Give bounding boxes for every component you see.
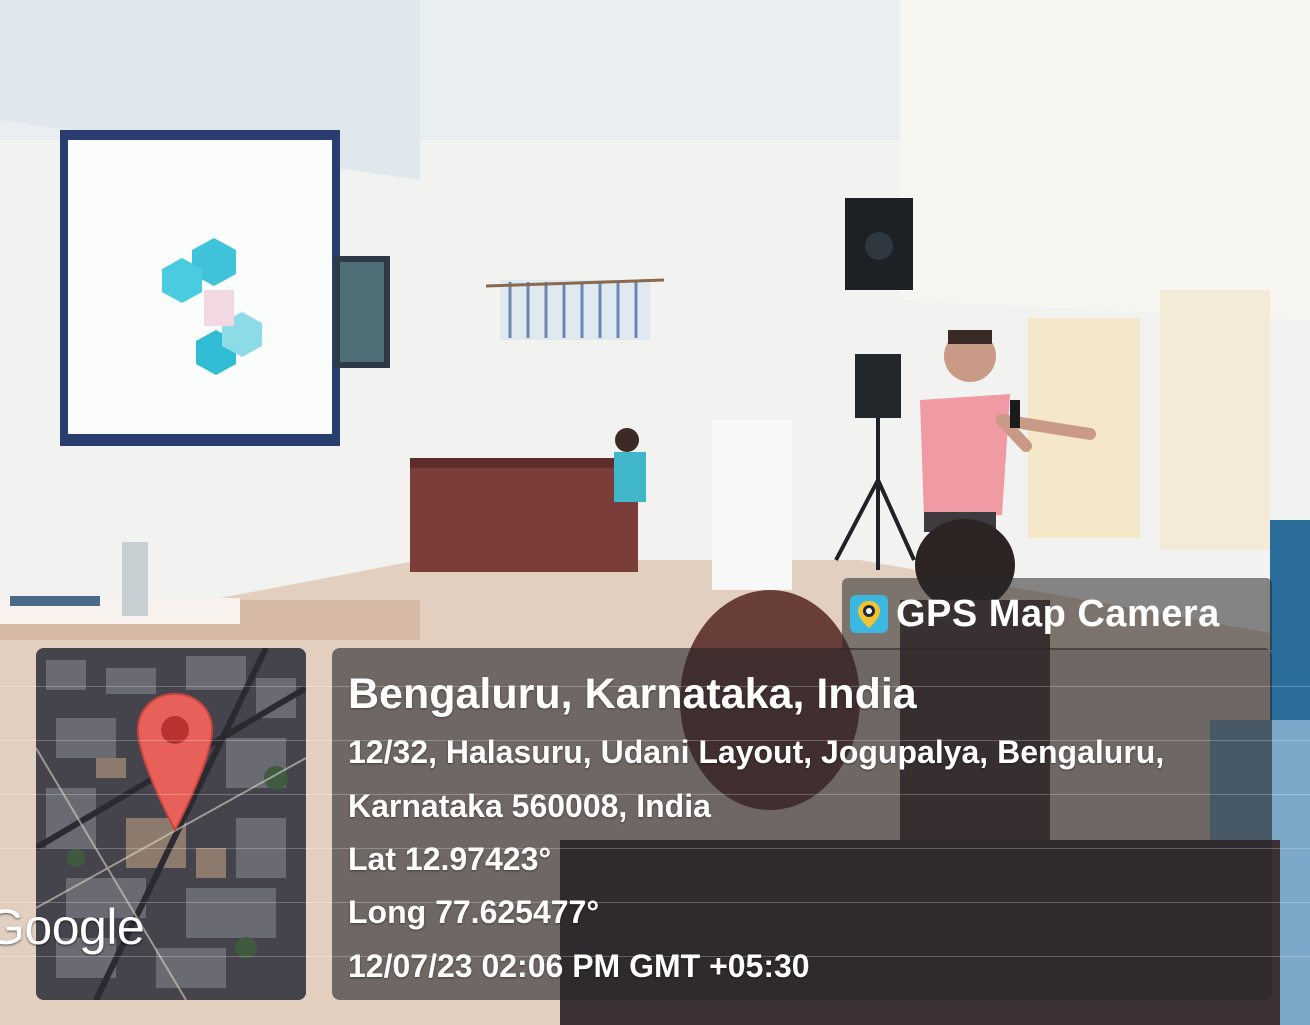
scan-line bbox=[0, 740, 1310, 741]
scan-line bbox=[0, 794, 1310, 795]
scan-line bbox=[0, 956, 1310, 957]
curtained-window bbox=[500, 280, 650, 340]
google-logo: Google bbox=[0, 899, 145, 955]
city-line: Bengaluru, Karnataka, India bbox=[348, 670, 917, 718]
app-name: GPS Map Camera bbox=[896, 592, 1220, 635]
lecture-desk bbox=[410, 458, 638, 572]
scan-line bbox=[0, 848, 1310, 849]
longitude: Long 77.625477° bbox=[348, 894, 600, 930]
map-camera-icon bbox=[850, 595, 888, 633]
latitude: Lat 12.97423° bbox=[348, 841, 552, 877]
location-info-panel: Bengaluru, Karnataka, India 12/32, Halas… bbox=[332, 648, 1272, 1000]
water-bottle bbox=[122, 542, 148, 616]
podium bbox=[712, 420, 792, 590]
scan-line bbox=[0, 902, 1310, 903]
app-badge: GPS Map Camera bbox=[842, 578, 1272, 650]
timestamp: 12/07/23 02:06 PM GMT +05:30 bbox=[348, 948, 810, 984]
scan-line bbox=[0, 686, 1310, 687]
map-pin-icon bbox=[136, 692, 214, 833]
tripod-speaker bbox=[855, 354, 901, 418]
